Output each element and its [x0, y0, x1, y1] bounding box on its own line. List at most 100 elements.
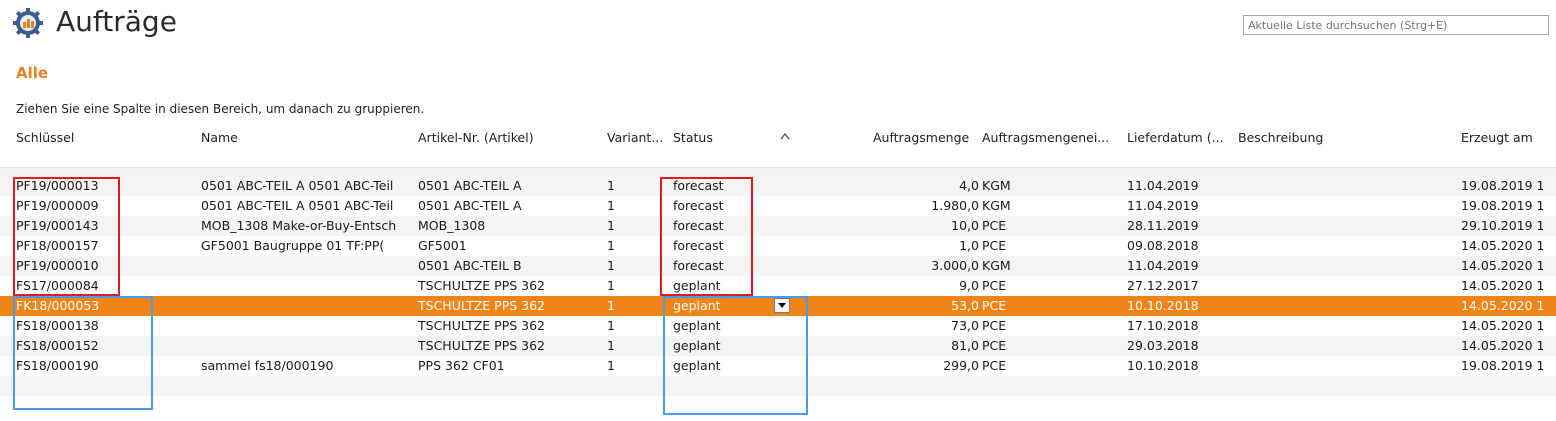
cell-created: 19.08.2019 1 [1461, 178, 1545, 193]
cell-created: 14.05.2020 1 [1461, 238, 1545, 253]
table-row[interactable]: PF19/000143 MOB_1308 Make-or-Buy-Entsch … [0, 216, 1556, 236]
cell-article: PPS 362 CF01 [418, 358, 505, 373]
cell-qty: 81,0 [951, 338, 979, 353]
cell-created: 19.08.2019 1 [1461, 358, 1545, 373]
table-row[interactable]: FS18/000138 TSCHULTZE PPS 362 1 geplant … [0, 316, 1556, 336]
cell-created: 19.08.2019 1 [1461, 198, 1545, 213]
table-row-partial[interactable] [0, 376, 1556, 396]
column-header-delivery[interactable]: Lieferdatum (... [1127, 130, 1224, 145]
cell-variant: 1 [607, 318, 615, 333]
group-by-area[interactable]: Ziehen Sie eine Spalte in diesen Bereich… [16, 102, 424, 116]
cell-article: TSCHULTZE PPS 362 [418, 278, 546, 293]
cell-key: FS17/000084 [16, 278, 99, 293]
status-dropdown-button[interactable] [774, 298, 790, 313]
cell-variant: 1 [607, 278, 615, 293]
cell-article: 0501 ABC-TEIL A [418, 178, 522, 193]
cell-unit: PCE [982, 238, 1007, 253]
column-header-variant[interactable]: Variant... [607, 130, 663, 145]
cell-delivery: 10.10.2018 [1127, 358, 1199, 373]
table-row[interactable]: FS18/000190 sammel fs18/000190 PPS 362 C… [0, 356, 1556, 376]
cell-qty: 53,0 [951, 298, 979, 313]
cell-unit: PCE [982, 278, 1007, 293]
cell-unit: PCE [982, 358, 1007, 373]
cell-unit: KGM [982, 178, 1011, 193]
cell-name: sammel fs18/000190 [201, 358, 334, 373]
cell-delivery: 09.08.2018 [1127, 238, 1199, 253]
cell-qty: 10,0 [951, 218, 979, 233]
orders-gear-icon [13, 8, 43, 38]
cell-name: GF5001 Baugruppe 01 TF:PP( [201, 238, 385, 253]
cell-key: FS18/000138 [16, 318, 99, 333]
cell-key: PF19/000143 [16, 218, 99, 233]
cell-unit: PCE [982, 218, 1007, 233]
cell-qty: 3.000,0 [931, 258, 979, 273]
cell-key: PF19/000009 [16, 198, 99, 213]
cell-created: 29.10.2019 1 [1461, 218, 1545, 233]
cell-delivery: 11.04.2019 [1127, 258, 1199, 273]
table-row-selected[interactable]: FK18/000053 TSCHULTZE PPS 362 1 geplant … [0, 296, 1556, 316]
cell-name: 0501 ABC-TEIL A 0501 ABC-Teil [201, 178, 394, 193]
cell-created: 14.05.2020 1 [1461, 278, 1545, 293]
cell-qty: 73,0 [951, 318, 979, 333]
column-header-unit[interactable]: Auftragsmengenei... [982, 130, 1109, 145]
cell-delivery: 28.11.2019 [1127, 218, 1199, 233]
cell-variant: 1 [607, 238, 615, 253]
cell-delivery: 29.03.2018 [1127, 338, 1199, 353]
cell-delivery: 10.10.2018 [1127, 298, 1199, 313]
table-row[interactable]: PF19/000013 0501 ABC-TEIL A 0501 ABC-Tei… [0, 176, 1556, 196]
cell-status: geplant [673, 278, 721, 293]
column-header-created[interactable]: Erzeugt am [1461, 130, 1533, 145]
auto-filter-row[interactable] [0, 167, 1556, 176]
cell-key: PF19/000010 [16, 258, 99, 273]
cell-variant: 1 [607, 178, 615, 193]
cell-variant: 1 [607, 298, 615, 313]
table-row[interactable]: PF19/000010 0501 ABC-TEIL B 1 forecast 3… [0, 256, 1556, 276]
table-row[interactable]: PF19/000009 0501 ABC-TEIL A 0501 ABC-Tei… [0, 196, 1556, 216]
cell-status: forecast [673, 198, 724, 213]
cell-created: 14.05.2020 1 [1461, 318, 1545, 333]
cell-article: TSCHULTZE PPS 362 [418, 318, 546, 333]
filter-title[interactable]: Alle [16, 64, 48, 82]
cell-status: forecast [673, 178, 724, 193]
column-header-row: Schlüssel Name Artikel-Nr. (Artikel) Var… [0, 127, 1556, 149]
cell-key: FS18/000190 [16, 358, 99, 373]
column-header-qty[interactable]: Auftragsmenge [873, 130, 969, 145]
column-header-status[interactable]: Status [673, 130, 713, 145]
cell-status: geplant [673, 338, 721, 353]
cell-variant: 1 [607, 358, 615, 373]
cell-unit: KGM [982, 198, 1011, 213]
cell-key: PF19/000013 [16, 178, 99, 193]
column-header-article[interactable]: Artikel-Nr. (Artikel) [418, 130, 534, 145]
column-header-name[interactable]: Name [201, 130, 238, 145]
cell-article: MOB_1308 [418, 218, 486, 233]
cell-qty: 4,0 [959, 178, 979, 193]
cell-article: GF5001 [418, 238, 467, 253]
orders-grid: PF19/000013 0501 ABC-TEIL A 0501 ABC-Tei… [0, 176, 1556, 421]
column-header-key[interactable]: Schlüssel [16, 130, 74, 145]
search-input[interactable] [1243, 15, 1549, 35]
cell-article: 0501 ABC-TEIL A [418, 198, 522, 213]
cell-qty: 9,0 [959, 278, 979, 293]
cell-status: forecast [673, 218, 724, 233]
table-row[interactable]: FS18/000152 TSCHULTZE PPS 362 1 geplant … [0, 336, 1556, 356]
cell-unit: PCE [982, 338, 1007, 353]
sort-ascending-icon[interactable] [780, 132, 790, 140]
cell-unit: PCE [982, 298, 1007, 313]
cell-delivery: 11.04.2019 [1127, 178, 1199, 193]
cell-qty: 1,0 [959, 238, 979, 253]
cell-key: FS18/000152 [16, 338, 99, 353]
cell-variant: 1 [607, 198, 615, 213]
cell-key: PF18/000157 [16, 238, 99, 253]
cell-status: geplant [673, 318, 721, 333]
cell-article: 0501 ABC-TEIL B [418, 258, 522, 273]
cell-article: TSCHULTZE PPS 362 [418, 338, 546, 353]
column-header-description[interactable]: Beschreibung [1238, 130, 1323, 145]
cell-created: 14.05.2020 1 [1461, 298, 1545, 313]
table-row[interactable]: PF18/000157 GF5001 Baugruppe 01 TF:PP( G… [0, 236, 1556, 256]
cell-delivery: 11.04.2019 [1127, 198, 1199, 213]
cell-qty: 299,0 [943, 358, 979, 373]
cell-qty: 1.980,0 [931, 198, 979, 213]
table-row[interactable]: FS17/000084 TSCHULTZE PPS 362 1 geplant … [0, 276, 1556, 296]
cell-variant: 1 [607, 338, 615, 353]
page-title: Aufträge [56, 5, 177, 38]
